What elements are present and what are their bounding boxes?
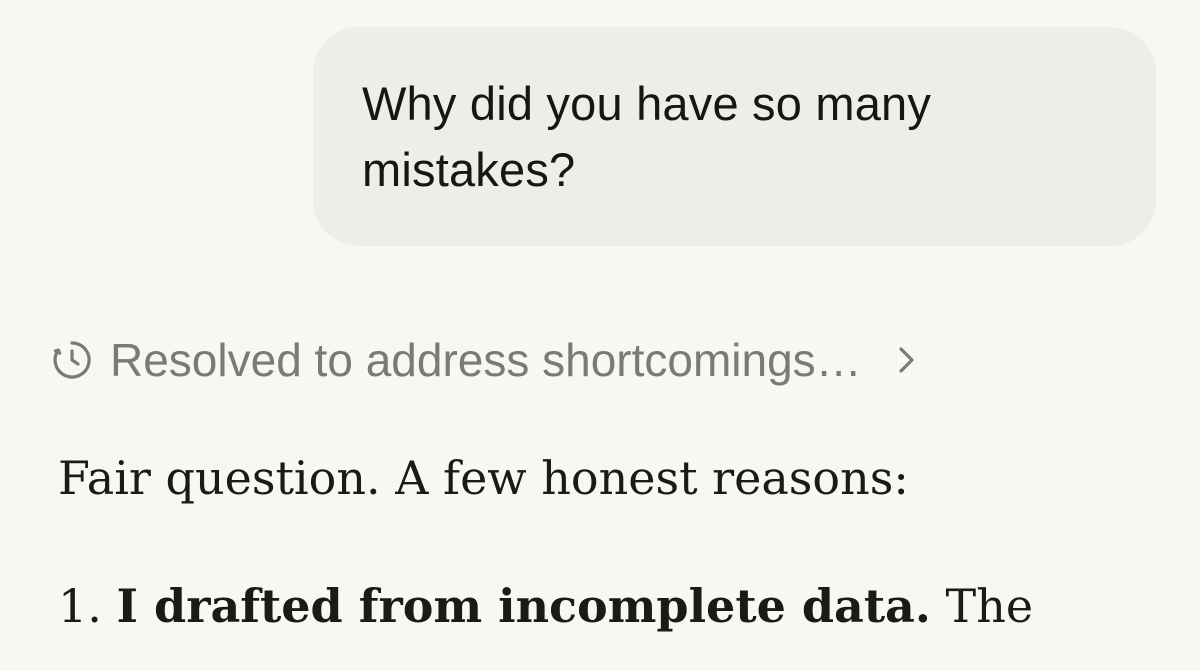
user-message-text: Why did you have so many mistakes?	[362, 77, 932, 196]
chevron-right-icon[interactable]	[896, 345, 918, 375]
list-item-bold-text: I drafted from incomplete data.	[116, 579, 931, 633]
list-item: 1. I drafted from incomplete data. The	[58, 566, 1178, 646]
list-item-text: The	[945, 579, 1034, 633]
assistant-message: Fair question. A few honest reasons: 1. …	[58, 438, 1178, 646]
assistant-intro-text: Fair question. A few honest reasons:	[58, 451, 909, 505]
thinking-summary-label: Resolved to address shortcomings…	[110, 334, 862, 386]
clock-icon	[48, 336, 96, 384]
thinking-summary-toggle[interactable]: Resolved to address shortcomings…	[48, 330, 918, 390]
list-item-number: 1.	[58, 579, 102, 633]
user-message-bubble: Why did you have so many mistakes?	[313, 27, 1156, 246]
